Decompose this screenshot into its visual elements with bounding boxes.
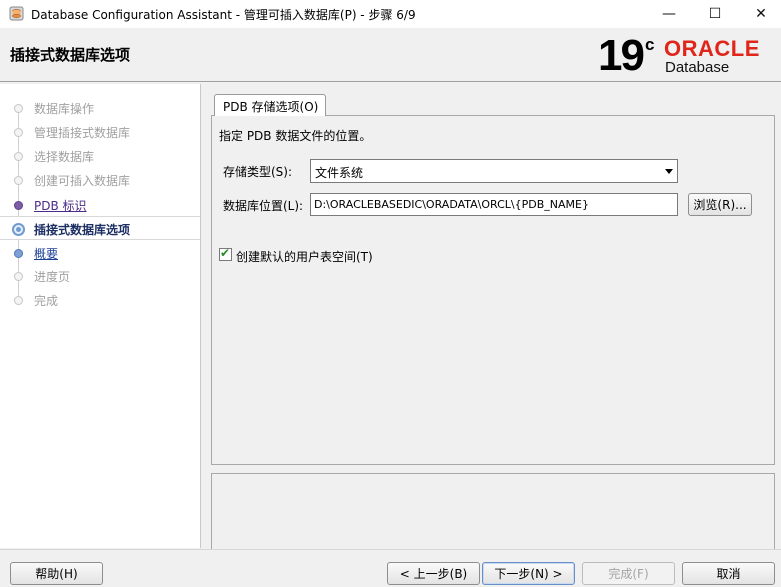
checkmark-icon: ✔ (220, 246, 231, 260)
app-icon (9, 6, 24, 21)
storage-description: 指定 PDB 数据文件的位置。 (219, 129, 372, 143)
database-location-value: D:\ORACLEBASEDIC\ORADATA\ORCL\{PDB_NAME} (314, 198, 589, 211)
storage-type-label: 存储类型(S): (223, 165, 293, 179)
close-button[interactable]: ✕ (738, 0, 781, 28)
step-marker-icon (14, 296, 23, 305)
footer-divider (0, 549, 781, 550)
oracle-logo: 19 c ORACLE Database (598, 32, 778, 80)
nav-step-create-pdb: 创建可插入数据库 (0, 168, 200, 192)
database-location-label: 数据库位置(L): (223, 199, 304, 213)
nav-step-label: 完成 (34, 294, 59, 308)
step-marker-icon (14, 176, 23, 185)
nav-step-pdb-identity[interactable]: PDB 标识 (0, 193, 200, 217)
logo-superscript: c (645, 35, 655, 54)
nav-step-manage-pdb: 管理插接式数据库 (0, 120, 200, 144)
minimize-button[interactable]: — (646, 0, 692, 28)
nav-step-label: 选择数据库 (34, 150, 95, 164)
nav-step-label: 数据库操作 (34, 102, 95, 116)
browse-button[interactable]: 浏览(R)... (688, 193, 752, 216)
create-tablespace-checkbox[interactable]: ✔ (219, 246, 232, 261)
message-panel (211, 473, 775, 550)
step-done-icon (14, 201, 23, 210)
wizard-steps-nav: 数据库操作 管理插接式数据库 选择数据库 创建可插入数据库 PDB 标识 插接式… (0, 84, 201, 548)
nav-step-label[interactable]: 概要 (34, 245, 58, 262)
page-title: 插接式数据库选项 (10, 46, 131, 64)
tab-pdb-storage-options[interactable]: PDB 存储选项(O) (214, 94, 326, 116)
storage-type-value: 文件系统 (315, 166, 364, 180)
create-tablespace-label[interactable]: 创建默认的用户表空间(T) (236, 248, 373, 265)
step-marker-icon (14, 152, 23, 161)
nav-step-summary[interactable]: 概要 (0, 241, 200, 265)
storage-type-select[interactable]: 文件系统 (310, 159, 678, 183)
nav-step-label[interactable]: PDB 标识 (34, 197, 87, 214)
tab-label: PDB 存储选项(O) (223, 100, 319, 114)
logo-version: 19 (598, 31, 645, 80)
logo-product: Database (665, 59, 730, 76)
step-marker-icon (14, 104, 23, 113)
step-current-icon (12, 223, 25, 236)
database-location-input[interactable]: D:\ORACLEBASEDIC\ORADATA\ORCL\{PDB_NAME} (310, 193, 678, 216)
help-button[interactable]: 帮助(H) (10, 562, 103, 585)
nav-step-label: 创建可插入数据库 (34, 174, 131, 188)
nav-step-finish: 完成 (0, 288, 200, 312)
nav-step-label: 插接式数据库选项 (34, 223, 131, 237)
nav-step-progress: 进度页 (0, 264, 200, 288)
nav-step-label: 进度页 (34, 270, 71, 284)
step-marker-icon (14, 272, 23, 281)
next-button[interactable]: 下一步(N) > (482, 562, 575, 585)
nav-step-pdb-options: 插接式数据库选项 (0, 216, 200, 240)
page-header: 插接式数据库选项 19 c ORACLE Database (0, 28, 781, 82)
cancel-button[interactable]: 取消 (682, 562, 775, 585)
maximize-button[interactable]: ☐ (692, 0, 738, 28)
chevron-down-icon (665, 169, 673, 174)
nav-step-database-operation: 数据库操作 (0, 96, 200, 120)
window-title: Database Configuration Assistant - 管理可插入… (31, 8, 416, 22)
nav-step-label: 管理插接式数据库 (34, 126, 131, 140)
step-marker-icon (14, 128, 23, 137)
nav-step-select-database: 选择数据库 (0, 144, 200, 168)
title-bar: Database Configuration Assistant - 管理可插入… (0, 0, 781, 28)
finish-button: 完成(F) (582, 562, 675, 585)
step-next-icon (14, 249, 23, 258)
back-button[interactable]: < 上一步(B) (387, 562, 480, 585)
